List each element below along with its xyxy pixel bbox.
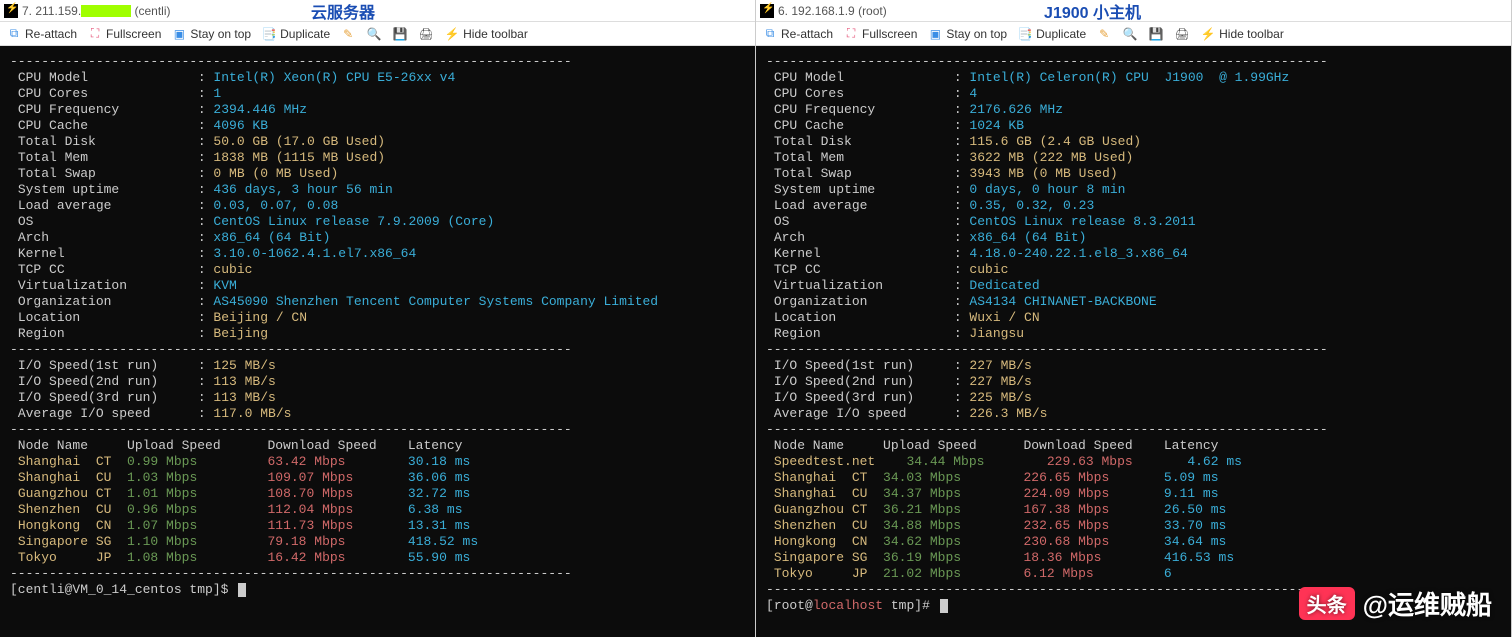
app-icon	[4, 4, 18, 18]
hide-toolbar-button[interactable]: ⚡Hide toolbar	[444, 26, 528, 42]
edit-icon: ✎	[340, 26, 356, 42]
right-terminal[interactable]: ----------------------------------------…	[756, 46, 1511, 637]
app-icon	[760, 4, 774, 18]
print-icon: 🖨	[418, 26, 434, 42]
tab-title-right: 6. 192.168.1.9 (root)	[778, 4, 887, 18]
zoom-icon: 🔍	[1122, 26, 1138, 42]
reattach-icon: ⧉	[6, 26, 22, 42]
left-panel: 7. 211.159. (centli) 云服务器 ⧉Re-attach ⛶Fu…	[0, 0, 756, 637]
tab-title-left: 7. 211.159. (centli)	[22, 4, 171, 18]
duplicate-icon: 📑	[1017, 26, 1033, 42]
disk-button[interactable]: 💾	[392, 26, 408, 42]
edit-icon: ✎	[1096, 26, 1112, 42]
zoom-button[interactable]: 🔍	[1122, 26, 1138, 42]
disk-button[interactable]: 💾	[1148, 26, 1164, 42]
reattach-icon: ⧉	[762, 26, 778, 42]
duplicate-icon: 📑	[261, 26, 277, 42]
print-icon: 🖨	[1174, 26, 1190, 42]
bolt-icon: ⚡	[444, 26, 460, 42]
stayontop-button[interactable]: ▣Stay on top	[927, 26, 1007, 42]
watermark-text: @运维贼船	[1363, 585, 1492, 622]
right-toolbar: ⧉Re-attach ⛶Fullscreen ▣Stay on top 📑Dup…	[756, 22, 1511, 46]
right-panel: 6. 192.168.1.9 (root) J1900 小主机 ⧉Re-atta…	[756, 0, 1512, 637]
left-toolbar: ⧉Re-attach ⛶Fullscreen ▣Stay on top 📑Dup…	[0, 22, 755, 46]
stayontop-button[interactable]: ▣Stay on top	[171, 26, 251, 42]
duplicate-button[interactable]: 📑Duplicate	[261, 26, 330, 42]
right-titlebar: 6. 192.168.1.9 (root) J1900 小主机	[756, 0, 1511, 22]
fullscreen-icon: ⛶	[843, 26, 859, 42]
disk-icon: 💾	[392, 26, 408, 42]
watermark: 头条 @运维贼船	[1299, 585, 1492, 622]
hide-toolbar-button[interactable]: ⚡Hide toolbar	[1200, 26, 1284, 42]
left-titlebar: 7. 211.159. (centli) 云服务器	[0, 0, 755, 22]
zoom-icon: 🔍	[366, 26, 382, 42]
pin-icon: ▣	[171, 26, 187, 42]
print-button[interactable]: 🖨	[1174, 26, 1190, 42]
left-header-label: 云服务器	[311, 0, 375, 23]
edit-button[interactable]: ✎	[340, 26, 356, 42]
reattach-button[interactable]: ⧉Re-attach	[762, 26, 833, 42]
left-terminal[interactable]: ----------------------------------------…	[0, 46, 755, 637]
redacted-ip	[81, 5, 131, 17]
fullscreen-button[interactable]: ⛶Fullscreen	[87, 26, 161, 42]
reattach-button[interactable]: ⧉Re-attach	[6, 26, 77, 42]
edit-button[interactable]: ✎	[1096, 26, 1112, 42]
duplicate-button[interactable]: 📑Duplicate	[1017, 26, 1086, 42]
zoom-button[interactable]: 🔍	[366, 26, 382, 42]
pin-icon: ▣	[927, 26, 943, 42]
fullscreen-icon: ⛶	[87, 26, 103, 42]
watermark-badge: 头条	[1299, 587, 1355, 620]
disk-icon: 💾	[1148, 26, 1164, 42]
right-header-label: J1900 小主机	[1044, 0, 1141, 23]
print-button[interactable]: 🖨	[418, 26, 434, 42]
bolt-icon: ⚡	[1200, 26, 1216, 42]
fullscreen-button[interactable]: ⛶Fullscreen	[843, 26, 917, 42]
